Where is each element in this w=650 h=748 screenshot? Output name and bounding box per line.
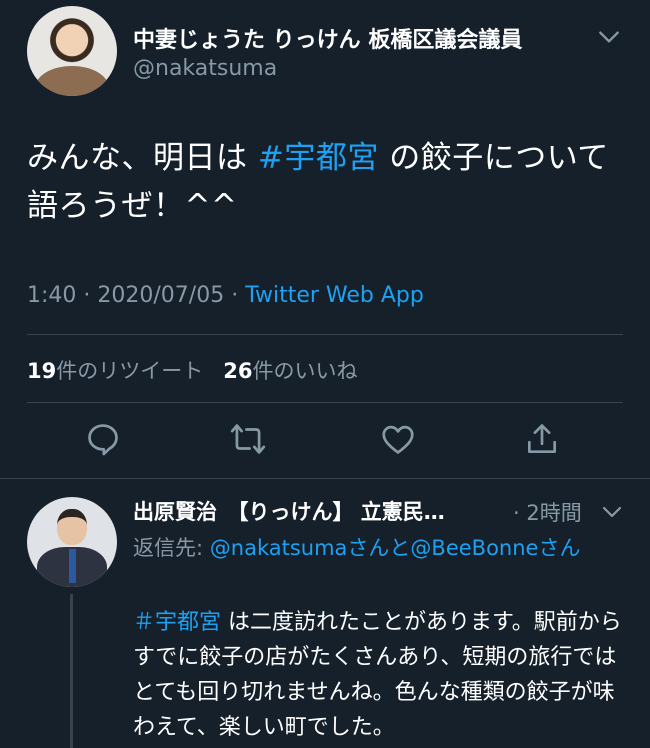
tweet-text-before: みんな、明日は (27, 140, 258, 176)
reply-icon[interactable] (84, 420, 122, 458)
replying-suffix: さん (538, 536, 581, 560)
chevron-down-icon[interactable] (600, 500, 624, 524)
tweet-stats: 19件のリツイート 26件のいいね (27, 355, 358, 385)
avatar-shoulders (35, 66, 109, 96)
retweet-icon[interactable] (229, 420, 267, 458)
author-avatar[interactable] (27, 6, 117, 96)
divider (0, 478, 650, 479)
thread-line (70, 594, 73, 748)
like-count[interactable]: 26 (223, 359, 252, 383)
replying-user-link-2[interactable]: @BeeBonne (410, 536, 538, 560)
replying-user-link[interactable]: @nakatsuma (210, 536, 348, 560)
avatar-head (57, 509, 87, 545)
reply-author-avatar[interactable] (27, 497, 117, 587)
tweet-date[interactable]: 2020/07/05 (97, 283, 224, 308)
replying-prefix: 返信先: (133, 536, 210, 560)
replying-to: 返信先: @nakatsumaさんと@BeeBonneさん (133, 532, 633, 565)
replying-mid: さんと (347, 536, 411, 560)
avatar-tie (69, 549, 76, 583)
share-icon[interactable] (523, 420, 561, 458)
reply-author-name[interactable]: 出原賢治 【りっけん】 立憲民… (133, 496, 445, 526)
reply-hashtag-link[interactable]: ＃宇都宮 (133, 610, 221, 635)
tweet-time[interactable]: 1:40 (27, 283, 76, 308)
author-handle[interactable]: @nakatsuma (133, 56, 277, 81)
divider (27, 334, 623, 335)
tweet-metadata: 1:40 · 2020/07/05 · Twitter Web App (27, 283, 424, 308)
reply-text: ＃宇都宮 は二度訪れたことがあります。駅前からすでに餃子の店がたくさんあり、短期… (133, 605, 628, 745)
tweet-text: みんな、明日は #宇都宮 の餃子について語ろうぜ！^^ (27, 134, 627, 230)
hashtag-link[interactable]: #宇都宮 (258, 140, 379, 176)
tweet-source[interactable]: Twitter Web App (245, 283, 424, 308)
meta-separator: · (76, 283, 98, 308)
retweet-label[interactable]: 件のリツイート (56, 359, 203, 383)
chevron-down-icon[interactable] (596, 24, 622, 50)
reply-time[interactable]: · 2時間 (513, 497, 582, 527)
like-label[interactable]: 件のいいね (253, 359, 358, 383)
author-display-name[interactable]: 中妻じょうた りっけん 板橋区議会議員 (133, 22, 522, 54)
heart-icon[interactable] (379, 420, 417, 458)
divider (27, 402, 623, 403)
retweet-count[interactable]: 19 (27, 359, 56, 383)
meta-separator-2: · (224, 283, 246, 308)
